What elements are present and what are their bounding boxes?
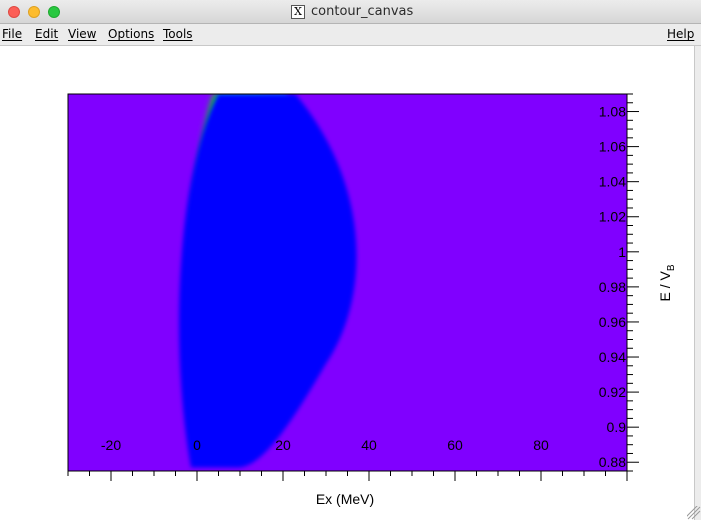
x-axis-title: Ex (MeV) bbox=[316, 491, 374, 507]
y-tick-label: 0.92 bbox=[599, 384, 626, 400]
resize-grip-icon[interactable] bbox=[687, 506, 701, 520]
y-tick-label: 0.88 bbox=[599, 454, 626, 470]
close-window-button[interactable] bbox=[8, 6, 20, 18]
y-axis-title-subscript: B bbox=[666, 264, 677, 271]
y-tick-label: 0.98 bbox=[599, 279, 626, 295]
maximize-window-button[interactable] bbox=[48, 6, 60, 18]
menu-options[interactable]: Options bbox=[108, 27, 154, 41]
minimize-window-button[interactable] bbox=[28, 6, 40, 18]
menu-edit[interactable]: Edit bbox=[35, 27, 58, 41]
y-tick-label: 1.04 bbox=[599, 174, 626, 190]
y-tick-label: 0.94 bbox=[599, 349, 626, 365]
y-tick-label: 0.9 bbox=[607, 419, 627, 435]
window-right-edge bbox=[687, 46, 701, 520]
x-tick-label: 20 bbox=[275, 437, 291, 453]
title-bar: X contour_canvas bbox=[0, 0, 701, 24]
menu-file[interactable]: File bbox=[2, 27, 22, 41]
x-tick-label: 80 bbox=[533, 437, 549, 453]
y-tick-label: 1.06 bbox=[599, 139, 626, 155]
x11-app-icon: X bbox=[291, 5, 305, 19]
y-tick-label: 1 bbox=[618, 244, 626, 260]
x-tick-label: 0 bbox=[193, 437, 201, 453]
y-tick-label: 1.02 bbox=[599, 209, 626, 225]
x-tick-label: -20 bbox=[101, 437, 121, 453]
y-axis-title-text: E / V bbox=[657, 271, 673, 302]
menu-help[interactable]: Help bbox=[667, 27, 694, 41]
contour-plot: -20 0 20 40 60 80 0.88 0.9 0.92 0.94 0.96 0.98 1 1.0… bbox=[67, 93, 677, 507]
y-axis-title: E / VB bbox=[657, 264, 677, 301]
x-tick-label: 60 bbox=[447, 437, 463, 453]
x-tick-label: 40 bbox=[361, 437, 377, 453]
menu-bar: File Edit View Options Tools Help bbox=[0, 24, 701, 46]
y-tick-label: 1.08 bbox=[599, 104, 626, 120]
menu-view[interactable]: View bbox=[68, 27, 96, 41]
root-canvas[interactable]: -20 0 20 40 60 80 0.88 0.9 0.92 0.94 0.96 0.98 1 1.0… bbox=[0, 46, 694, 520]
menu-tools[interactable]: Tools bbox=[163, 27, 193, 41]
y-tick-label: 0.96 bbox=[599, 314, 626, 330]
svg-text:E / VB: E / VB bbox=[657, 264, 677, 301]
window-title: contour_canvas bbox=[311, 4, 414, 19]
